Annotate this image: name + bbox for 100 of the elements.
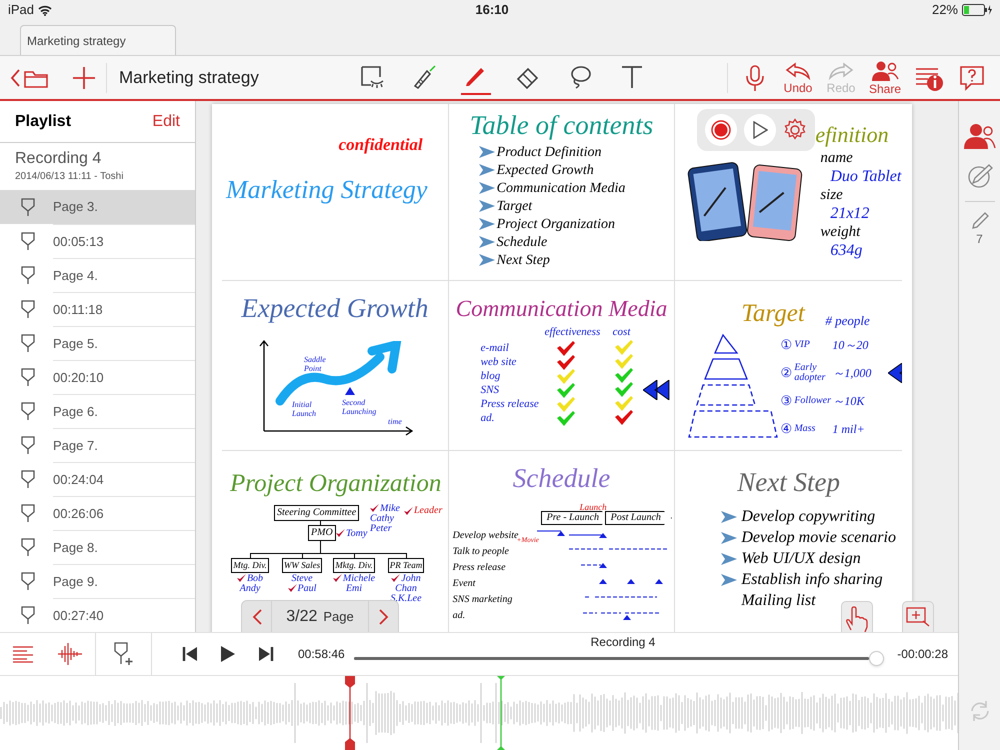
list-item-text: Establish info sharing	[741, 570, 883, 590]
member-name: Mike	[380, 502, 400, 514]
row-number: ④	[780, 420, 794, 438]
document-title: Marketing strategy	[118, 66, 260, 89]
page-heading: Communication Media	[454, 295, 668, 320]
field-label: size	[820, 187, 844, 204]
page-heading: Table of contents	[468, 109, 654, 139]
member-name: Michele	[342, 572, 376, 584]
list-item-text: Target	[496, 198, 532, 216]
member-name: Cathy	[370, 512, 394, 524]
page-heading: Target	[741, 299, 805, 329]
member-name: S.K.Lee	[390, 592, 422, 606]
member-name: Bob	[246, 572, 264, 584]
list-item-text: Next Step	[496, 252, 550, 270]
list-item-text: Develop movie scenario	[741, 528, 896, 548]
row-label: Mass	[794, 424, 816, 434]
list-item-text: Develop copywriting	[741, 506, 876, 526]
battery-percent: 22%	[932, 1, 958, 20]
chart-label: Second Launching	[342, 398, 378, 416]
people-count: 1 mil+	[832, 421, 866, 438]
list-item-text: Project Organization	[496, 216, 615, 234]
list-item-text: Web UI/UX design	[741, 548, 861, 568]
org-box: PMO	[308, 525, 336, 541]
list-item-text: Schedule	[496, 234, 548, 252]
page-counter: 3/22	[286, 606, 318, 626]
people-count: 10～20	[832, 337, 870, 354]
page-heading: Next Step	[736, 466, 842, 496]
stamp-text: confidential	[338, 134, 423, 156]
clock-time: 16:10	[475, 1, 509, 20]
row-label: web site	[480, 354, 518, 368]
column-header: cost	[612, 325, 632, 340]
org-box: WW Sales	[282, 558, 322, 573]
row-label: e-mail	[480, 340, 510, 354]
list-item-text: Communication Media	[496, 180, 626, 198]
row-label: Press release	[480, 396, 540, 410]
chart-label: time	[388, 417, 403, 426]
pen-count: 7	[976, 231, 983, 248]
playlist-item-label: 00:24:04	[53, 470, 104, 489]
people-count: ～10K	[832, 393, 866, 410]
page-heading: Expected Growth	[240, 292, 430, 322]
org-box: Steering Committee	[274, 505, 360, 521]
task-label: ad.	[452, 608, 466, 622]
list-item-text: Mailing list	[741, 590, 816, 610]
row-label: SNS	[480, 382, 500, 396]
member-name: Emi	[346, 582, 362, 596]
playlist-item-label: Page 4.	[53, 266, 98, 285]
milestone-label: Launch	[580, 501, 607, 513]
edit-button[interactable]: Edit	[152, 110, 180, 134]
chart-label: Saddle Point	[304, 355, 327, 373]
column-header: # people	[825, 312, 870, 330]
column-header: effectiveness	[544, 325, 602, 340]
task-label: Develop website	[452, 528, 518, 540]
row-number: ②	[780, 364, 794, 382]
playlist-item-label: Page 7.	[53, 436, 98, 455]
task-label: Talk to people	[452, 544, 509, 558]
field-value: 21x12	[829, 204, 870, 224]
playlist-item-label: Page 8.	[53, 538, 98, 557]
recording-title: Recording 4	[15, 149, 102, 169]
field-value: 634g	[829, 241, 864, 261]
playlist-item-label: Page 3.	[53, 198, 98, 216]
playlist-item-label: 00:11:18	[53, 300, 103, 319]
playlist-item[interactable]: Page 3.	[0, 190, 195, 224]
playlist-item-label: 00:27:40	[53, 606, 104, 625]
list-item-text: Expected Growth	[496, 162, 594, 180]
field-label: weight	[820, 224, 862, 241]
org-box: Mtg. Div.	[231, 558, 269, 573]
playlist-item-label: Page 6.	[53, 402, 98, 421]
chart-label: Initial Launch	[292, 400, 317, 418]
field-value: Duo Tablet	[829, 167, 902, 187]
recording-meta: 2014/06/13 11:11 - Toshi	[15, 170, 124, 184]
page-label: Page	[323, 608, 354, 626]
member-name: Steve	[291, 572, 313, 584]
page-heading: Schedule	[512, 462, 612, 492]
row-number: ③	[780, 392, 794, 410]
task-label: Press release	[452, 560, 506, 574]
page-heading: Marketing Strategy	[226, 174, 428, 206]
playlist-item-label: 00:20:10	[53, 368, 104, 387]
people-count: ～1,000	[832, 365, 872, 382]
member-name: Tomy	[346, 526, 368, 540]
member-name: John	[401, 572, 421, 584]
playlist-title: Playlist	[15, 112, 72, 132]
list-item-text: Product Definition	[496, 144, 602, 162]
member-name: Peter	[370, 522, 392, 536]
row-label: Follower	[794, 396, 832, 406]
row-number: ①	[780, 336, 794, 354]
row-label: Early adopter	[794, 363, 826, 383]
document-tab[interactable]: Marketing strategy	[20, 25, 176, 55]
undo-button[interactable]: Undo	[783, 58, 813, 98]
task-label: SNS marketing	[452, 592, 512, 606]
page-heading: efinition	[815, 121, 889, 149]
page-heading: Project Organization	[230, 469, 442, 499]
task-label: Event	[452, 576, 476, 590]
member-name: Paul	[298, 582, 316, 596]
device-name: iPad	[8, 1, 34, 20]
playlist-item-label: Page 9.	[53, 572, 98, 591]
share-button[interactable]: Share	[869, 58, 902, 98]
recording-name: Recording 4	[590, 636, 656, 648]
member-name: Chan	[395, 582, 417, 594]
row-label: VIP	[794, 340, 811, 350]
remaining-time: -00:00:28	[896, 646, 949, 663]
